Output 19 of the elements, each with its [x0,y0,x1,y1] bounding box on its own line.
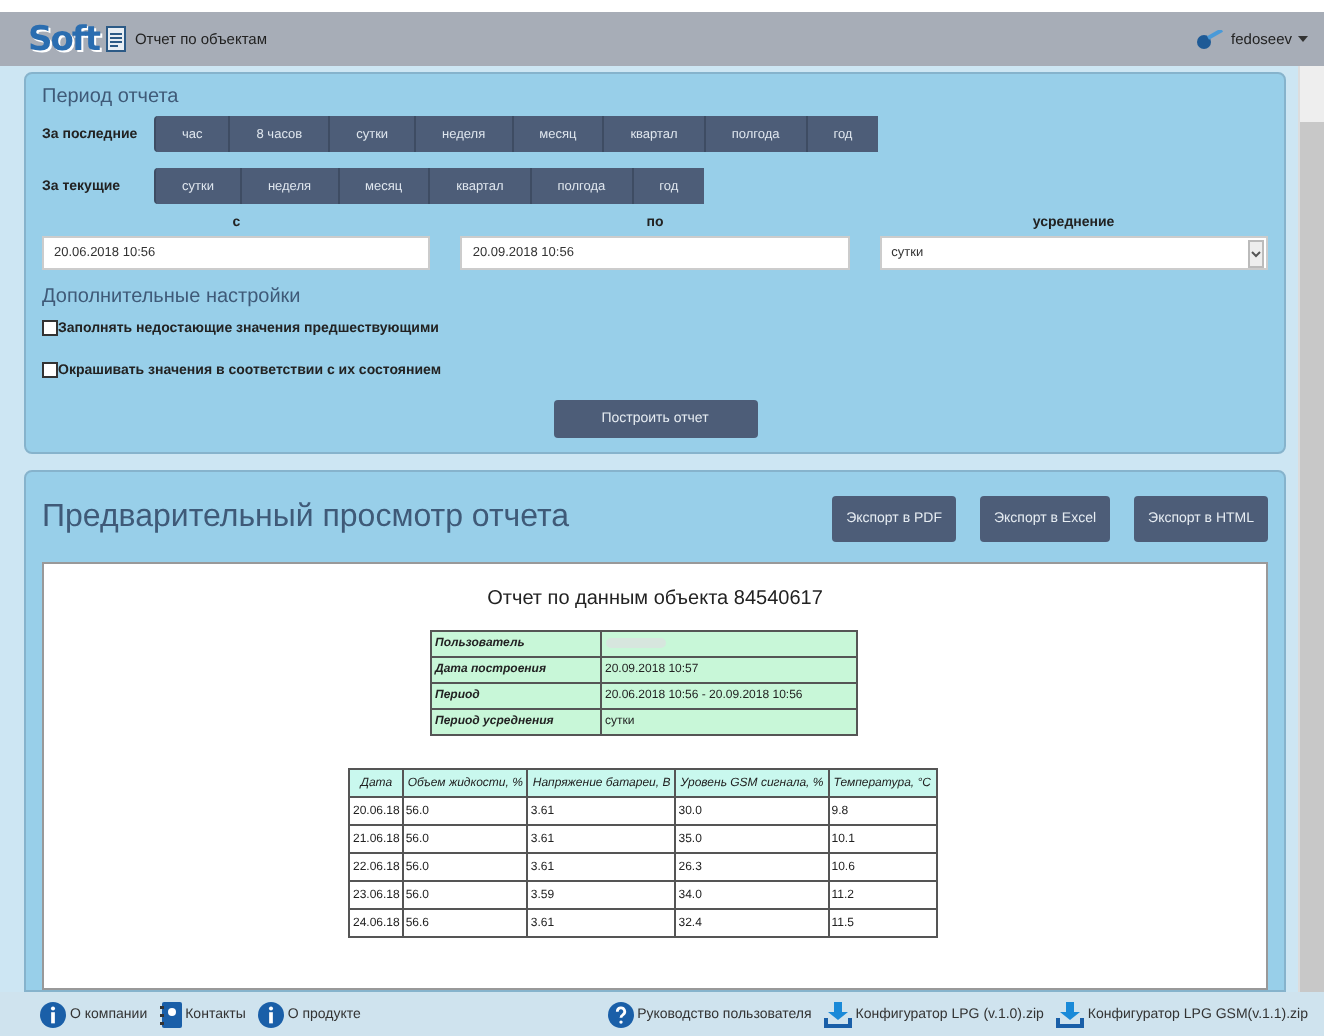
section-title: Дополнительные настройки [42,286,303,308]
help-icon [607,1001,634,1027]
logo: Soft [28,19,99,59]
document-icon [106,26,127,52]
download-icon [1055,1001,1084,1027]
report-title: Отчет по данным объекта 84540617 [487,588,823,610]
info-icon [40,1001,66,1027]
address-book-icon [159,1001,182,1027]
checkbox[interactable] [42,362,58,378]
key-icon [1195,29,1224,49]
info-icon [257,1001,284,1027]
blurred-text [605,637,665,647]
section-title: Период отчета [42,86,181,108]
checkbox[interactable] [42,320,58,336]
chevron-down-icon [1247,239,1264,267]
scrollbar[interactable] [1298,66,1324,992]
caret-icon [1298,36,1308,42]
preview-title: Предварительный просмотр отчета [42,500,570,536]
download-icon [823,1001,852,1027]
